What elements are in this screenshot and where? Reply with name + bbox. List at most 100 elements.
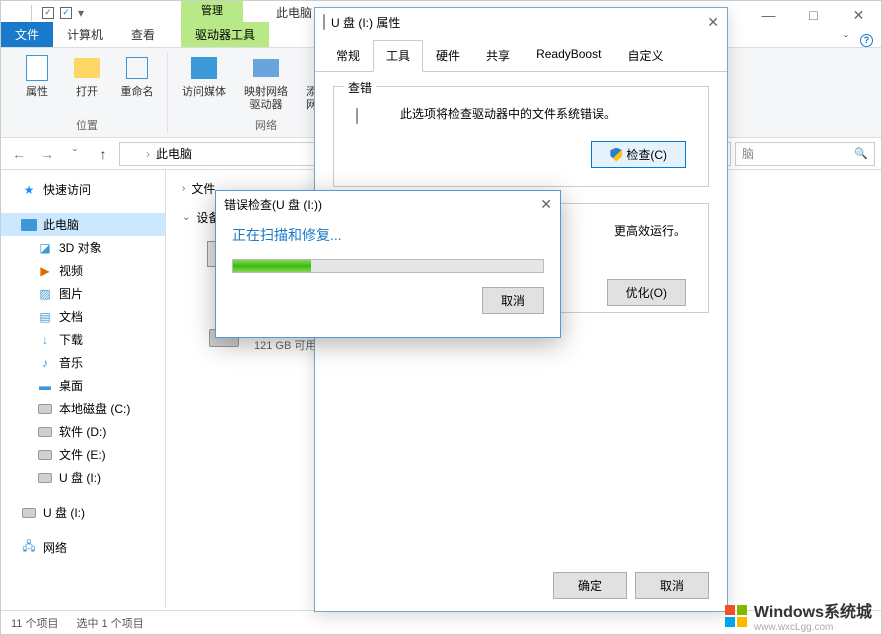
chevron-down-icon: ⌄	[182, 212, 190, 223]
ribbon-open[interactable]: 打开	[65, 52, 109, 115]
ribbon-label: 重命名	[121, 86, 154, 99]
file-tab[interactable]: 文件	[1, 22, 53, 47]
computer-icon	[21, 217, 37, 233]
properties-close-button[interactable]: ✕	[707, 14, 719, 31]
help-icon[interactable]: ?	[860, 34, 873, 47]
nav-disk-d[interactable]: 软件 (D:)	[1, 420, 165, 443]
tab-tools[interactable]: 工具	[373, 40, 423, 72]
map-network-icon	[250, 52, 282, 84]
nav-disk-i-root[interactable]: U 盘 (I:)	[1, 501, 165, 524]
properties-titlebar: U 盘 (I:) 属性 ✕	[315, 8, 727, 36]
check-description: 此选项将检查驱动器中的文件系统错误。	[400, 105, 616, 122]
nav-label: 下载	[59, 331, 83, 348]
properties-tabs: 常规 工具 硬件 共享 ReadyBoost 自定义	[315, 40, 727, 72]
nav-music[interactable]: ♪ 音乐	[1, 351, 165, 374]
nav-label: 软件 (D:)	[59, 423, 106, 440]
drive-icon	[37, 401, 53, 417]
qat-checkbox-2[interactable]: ✓	[60, 7, 72, 19]
download-icon: ↓	[37, 332, 53, 348]
drive-icon	[37, 424, 53, 440]
nav-documents[interactable]: ▤文档	[1, 305, 165, 328]
button-label: 检查(C)	[626, 146, 667, 163]
ribbon-rename[interactable]: 重命名	[115, 52, 159, 115]
scan-body: 正在扫描和修复... 取消	[216, 217, 560, 326]
tab-readyboost[interactable]: ReadyBoost	[523, 40, 614, 71]
search-placeholder: 脑	[742, 145, 754, 162]
qat-separator	[31, 5, 32, 21]
watermark-text: Windows系统城	[754, 598, 872, 622]
video-icon: ▶	[37, 263, 53, 279]
nav-3d-objects[interactable]: ◪3D 对象	[1, 236, 165, 259]
media-icon	[188, 52, 220, 84]
cancel-button[interactable]: 取消	[635, 572, 709, 599]
nav-label: 文档	[59, 308, 83, 325]
ribbon-label: 映射网络 驱动器	[244, 86, 288, 112]
check-groupbox: 查错 此选项将检查驱动器中的文件系统错误。 检查(C)	[333, 86, 709, 187]
scan-dialog: 错误检查(U 盘 (I:)) ✕ 正在扫描和修复... 取消	[215, 190, 561, 338]
nav-label: 文件 (E:)	[59, 446, 106, 463]
path-separator-icon: ›	[144, 147, 152, 161]
scan-close-button[interactable]: ✕	[540, 196, 552, 213]
star-icon: ★	[21, 182, 37, 198]
up-button[interactable]: ↑	[91, 142, 115, 166]
tab-view[interactable]: 查看	[117, 22, 169, 47]
qat-dropdown-icon[interactable]: ▾	[78, 6, 84, 20]
nav-label: U 盘 (I:)	[59, 469, 101, 486]
nav-videos[interactable]: ▶视频	[1, 259, 165, 282]
drive-icon	[37, 447, 53, 463]
check-group-title: 查错	[344, 79, 376, 96]
nav-quick-access[interactable]: ★快速访问	[1, 178, 165, 201]
nav-disk-c[interactable]: 本地磁盘 (C:)	[1, 397, 165, 420]
app-icon	[7, 6, 21, 20]
tab-sharing[interactable]: 共享	[473, 40, 523, 71]
nav-label: 图片	[59, 285, 83, 302]
tab-computer[interactable]: 计算机	[53, 22, 117, 47]
windows-logo-icon	[724, 604, 748, 628]
path-segment[interactable]: 此电脑	[156, 145, 192, 162]
drive-icon	[37, 470, 53, 486]
ribbon-map-network[interactable]: 映射网络 驱动器	[238, 52, 294, 115]
tab-custom[interactable]: 自定义	[614, 40, 676, 71]
shield-icon	[610, 148, 622, 162]
properties-icon	[21, 52, 53, 84]
status-item-count: 11 个项目	[11, 615, 58, 631]
scan-cancel-button[interactable]: 取消	[482, 287, 544, 314]
qat-checkbox-1[interactable]: ✓	[42, 7, 54, 19]
nav-desktop[interactable]: ▬桌面	[1, 374, 165, 397]
watermark-url: www.wxcLgg.com	[754, 622, 872, 633]
nav-this-pc[interactable]: 此电脑	[1, 213, 165, 236]
nav-label: 网络	[43, 539, 67, 556]
search-box[interactable]: 脑 🔍	[735, 142, 875, 166]
nav-network[interactable]: 🖧 网络	[1, 536, 165, 559]
forward-button[interactable]: →	[35, 142, 59, 166]
nav-pictures[interactable]: ▨图片	[1, 282, 165, 305]
music-icon: ♪	[37, 355, 53, 371]
nav-label: 音乐	[59, 354, 83, 371]
drive-icon	[356, 109, 388, 131]
drive-icon	[21, 505, 37, 521]
check-button[interactable]: 检查(C)	[591, 141, 686, 168]
scan-status: 正在扫描和修复...	[232, 225, 544, 245]
properties-title: U 盘 (I:) 属性	[331, 14, 400, 31]
drive-icon	[323, 15, 325, 29]
nav-label: 此电脑	[43, 216, 79, 233]
section-title: 文件	[191, 180, 215, 197]
nav-disk-e[interactable]: 文件 (E:)	[1, 443, 165, 466]
tab-general[interactable]: 常规	[323, 40, 373, 71]
ok-button[interactable]: 确定	[553, 572, 627, 599]
nav-label: U 盘 (I:)	[43, 504, 85, 521]
network-icon: 🖧	[21, 540, 37, 556]
history-dropdown[interactable]: ˇ	[63, 142, 87, 166]
nav-label: 本地磁盘 (C:)	[59, 400, 130, 417]
ribbon-access-media[interactable]: 访问媒体	[176, 52, 232, 115]
tab-drive-tools[interactable]: 驱动器工具	[181, 22, 269, 47]
optimize-button[interactable]: 优化(O)	[607, 279, 686, 306]
nav-disk-i[interactable]: U 盘 (I:)	[1, 466, 165, 489]
ribbon-collapse-icon[interactable]: ˇ	[844, 33, 848, 47]
back-button[interactable]: ←	[7, 142, 31, 166]
progressbar-fill	[233, 260, 311, 272]
quick-access-toolbar: ✓ ✓ ▾	[1, 5, 84, 21]
nav-downloads[interactable]: ↓ 下载	[1, 328, 165, 351]
ribbon-properties[interactable]: 属性	[15, 52, 59, 115]
tab-hardware[interactable]: 硬件	[423, 40, 473, 71]
